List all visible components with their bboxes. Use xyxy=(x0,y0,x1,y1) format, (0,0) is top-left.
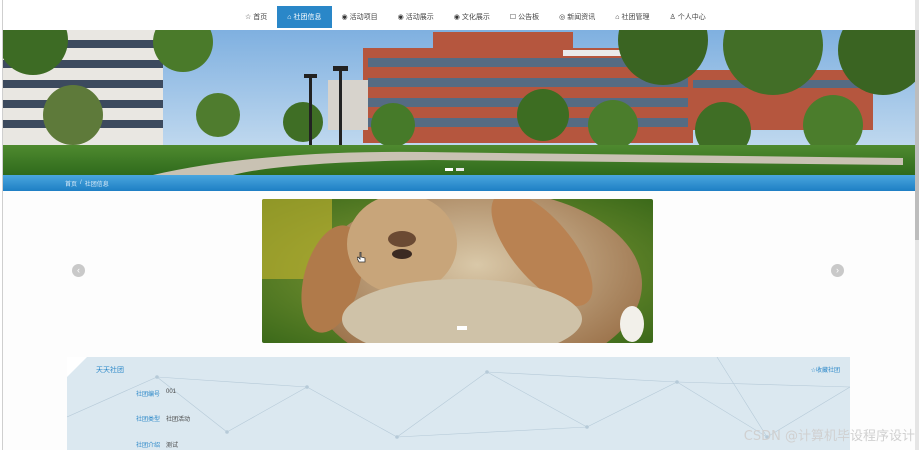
nav-item-club-management[interactable]: ⌂ 社团管理 xyxy=(605,6,659,28)
circle-icon: ◉ xyxy=(341,14,348,21)
nav-item-label: 活动项目 xyxy=(349,14,378,21)
notice-icon: ☐ xyxy=(509,14,517,21)
info-value: 社团活动 xyxy=(166,417,191,423)
hand-cursor-icon xyxy=(357,252,366,263)
breadcrumb-current: 社团信息 xyxy=(84,181,109,188)
hero-pagination xyxy=(445,168,464,171)
chevron-left-icon: ‹ xyxy=(77,265,80,275)
nav-item-label: 社团管理 xyxy=(621,14,650,21)
user-icon: ♙ xyxy=(669,14,676,21)
nav-item-news[interactable]: ◎ 新闻资讯 xyxy=(549,6,605,28)
info-key: 社团类型 xyxy=(136,417,161,423)
chevron-right-icon: › xyxy=(836,265,839,275)
hero-dot[interactable] xyxy=(456,168,464,171)
rabbit-image xyxy=(262,199,653,343)
prev-arrow-button[interactable]: ‹ xyxy=(72,264,85,277)
nav-item-label: 首页 xyxy=(253,14,268,21)
watermark: CSDN @计算机毕设程序设计 xyxy=(743,429,915,444)
star-icon: ☆ xyxy=(245,14,252,21)
nav-item-label: 社团信息 xyxy=(293,14,322,21)
club-info-card: 天天社团 ☆收藏社团 社团编号 001 社团类型 社团活动 社团介绍 测试 xyxy=(67,357,850,450)
nav-item-activity-projects[interactable]: ◉ 活动项目 xyxy=(332,6,388,28)
home-icon: ⌂ xyxy=(287,13,292,21)
campus-image xyxy=(3,30,915,175)
nav-list: ☆ 首页 ⌂ 社团信息 ◉ 活动项目 ◉ 活动展示 ◉ 文化展示 ☐ 公告板 ◎… xyxy=(235,6,716,28)
detail-image-carousel xyxy=(262,199,653,343)
info-row: 社团介绍 测试 xyxy=(136,440,178,449)
nav-item-culture-showcase[interactable]: ◉ 文化展示 xyxy=(444,6,500,28)
breadcrumb: 首页 / 社团信息 xyxy=(3,175,915,191)
compass-icon: ◎ xyxy=(559,14,566,21)
hero-banner xyxy=(3,30,915,175)
nav-item-home[interactable]: ☆ 首页 xyxy=(235,6,277,28)
nav-item-label: 个人中心 xyxy=(677,14,706,21)
next-arrow-button[interactable]: › xyxy=(831,264,844,277)
favorite-button[interactable]: ☆收藏社团 xyxy=(811,365,840,374)
carousel-dot[interactable] xyxy=(457,326,467,330)
network-pattern xyxy=(67,357,850,439)
nav-item-personal-center[interactable]: ♙ 个人中心 xyxy=(659,6,715,28)
nav-item-label: 文化展示 xyxy=(461,14,490,21)
nav-item-label: 新闻资讯 xyxy=(567,14,596,21)
info-value: 测试 xyxy=(166,443,179,449)
hero-dot[interactable] xyxy=(445,168,453,171)
nav-item-club-info[interactable]: ⌂ 社团信息 xyxy=(277,6,332,28)
info-value: 001 xyxy=(166,389,177,395)
page: ☆ 首页 ⌂ 社团信息 ◉ 活动项目 ◉ 活动展示 ◉ 文化展示 ☐ 公告板 ◎… xyxy=(2,0,916,450)
card-corner xyxy=(67,357,87,377)
nav-item-label: 活动展示 xyxy=(405,14,434,21)
circle-icon: ◉ xyxy=(453,14,460,21)
nav-item-label: 公告板 xyxy=(518,14,540,21)
top-nav: ☆ 首页 ⌂ 社团信息 ◉ 活动项目 ◉ 活动展示 ◉ 文化展示 ☐ 公告板 ◎… xyxy=(3,0,915,31)
info-row: 社团编号 001 xyxy=(136,389,176,398)
club-name: 天天社团 xyxy=(96,367,124,374)
vertical-scrollbar[interactable] xyxy=(915,0,919,450)
info-key: 社团介绍 xyxy=(136,443,161,449)
home-icon: ⌂ xyxy=(615,13,620,21)
info-key: 社团编号 xyxy=(136,392,161,398)
breadcrumb-home[interactable]: 首页 xyxy=(65,179,77,188)
scrollbar-thumb[interactable] xyxy=(915,30,919,240)
nav-item-bulletin[interactable]: ☐ 公告板 xyxy=(500,6,549,28)
nav-item-activity-showcase[interactable]: ◉ 活动展示 xyxy=(388,6,444,28)
breadcrumb-separator: / xyxy=(80,180,82,186)
circle-icon: ◉ xyxy=(397,14,404,21)
info-row: 社团类型 社团活动 xyxy=(136,414,190,423)
